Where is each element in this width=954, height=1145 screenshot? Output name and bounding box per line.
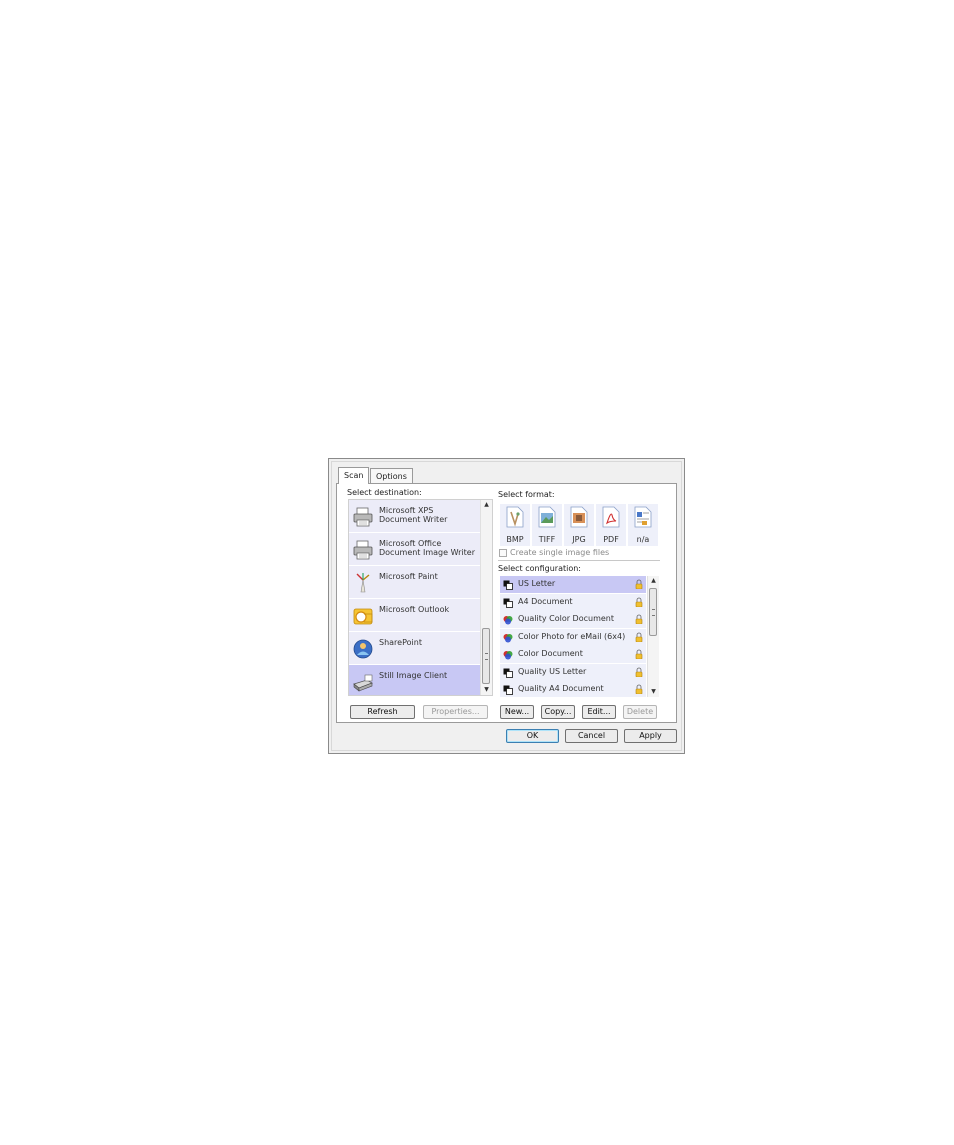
configuration-item[interactable]: Quality Color Document	[500, 611, 646, 629]
tiff-file-icon	[537, 506, 557, 528]
configuration-list[interactable]: US Letter A4 Document Quality Color Docume…	[500, 576, 659, 697]
destination-scroll-thumb[interactable]	[482, 628, 490, 684]
destination-item[interactable]: SharePoint	[349, 632, 480, 665]
properties-button[interactable]: Properties...	[423, 705, 488, 719]
destination-item-label: Microsoft Office Document Image Writer	[379, 539, 475, 557]
destination-item-label: SharePoint	[379, 638, 422, 647]
destination-item[interactable]: Microsoft Office Document Image Writer	[349, 533, 480, 566]
black-white-icon	[503, 668, 513, 678]
configuration-item[interactable]: A4 Document	[500, 593, 646, 612]
scanner-icon	[352, 671, 374, 693]
black-white-icon	[503, 580, 513, 590]
black-white-icon	[503, 685, 513, 695]
format-option-label: BMP	[506, 535, 524, 544]
scroll-down-arrow-icon[interactable]: ▼	[481, 686, 492, 693]
single-image-checkbox[interactable]	[499, 549, 507, 557]
configuration-item-label: Quality Color Document	[518, 614, 615, 623]
configuration-scroll-thumb[interactable]	[649, 588, 657, 636]
format-option-label: n/a	[636, 535, 650, 544]
format-option[interactable]: TIFF	[532, 504, 562, 546]
new-config-button[interactable]: New...	[500, 705, 534, 719]
scan-tab-panel: Select destination: Microsoft XPS Docume…	[336, 483, 677, 723]
configuration-item-label: US Letter	[518, 579, 556, 588]
format-option-label: TIFF	[538, 535, 556, 544]
jpg-file-icon	[569, 506, 589, 528]
tab-scan[interactable]: Scan	[338, 467, 370, 484]
color-icon	[503, 650, 513, 660]
paint-brushes-icon	[352, 572, 374, 594]
lock-icon	[635, 649, 643, 660]
configuration-item-label: Quality US Letter	[518, 666, 587, 676]
scroll-grip-icon	[485, 653, 488, 660]
printer-icon	[352, 539, 374, 561]
configuration-scrollbar[interactable]: ▲ ▼	[647, 576, 659, 697]
text-file-icon	[633, 506, 653, 528]
select-configuration-label: Select configuration:	[498, 564, 581, 573]
single-image-label: Create single image files	[510, 548, 610, 557]
lock-icon	[635, 684, 643, 695]
destination-item-label: Still Image Client	[379, 671, 448, 680]
format-option-label: PDF	[603, 535, 619, 544]
scroll-down-arrow-icon[interactable]: ▼	[648, 688, 659, 695]
select-format-label: Select format:	[498, 490, 555, 499]
destination-item[interactable]: Microsoft Paint	[349, 566, 480, 599]
scroll-up-arrow-icon[interactable]: ▲	[648, 577, 659, 584]
sharepoint-icon	[352, 638, 374, 660]
black-white-icon	[503, 598, 513, 608]
configuration-item[interactable]: US Letter	[500, 576, 646, 594]
destination-item-label: Microsoft XPS Document Writer	[379, 506, 448, 524]
destination-item[interactable]: Still Image Client	[349, 665, 480, 695]
scroll-up-arrow-icon[interactable]: ▲	[481, 501, 492, 508]
configuration-item-label: Quality A4 Document	[518, 684, 604, 693]
configuration-item-label: Color Document	[518, 649, 583, 658]
bmp-file-icon	[505, 506, 525, 528]
printer-icon	[352, 506, 374, 528]
scroll-grip-icon	[652, 609, 655, 616]
configuration-item[interactable]: Color Photo for eMail (6x4)	[500, 628, 646, 647]
select-destination-label: Select destination:	[347, 488, 422, 497]
format-option[interactable]: JPG	[564, 504, 594, 546]
outlook-icon	[352, 605, 374, 627]
destination-list[interactable]: Microsoft XPS Document Writer Microsoft O…	[348, 499, 493, 696]
scan-settings-dialog: Scan Options Select destination: Microso…	[328, 458, 685, 754]
lock-icon	[635, 579, 643, 590]
configuration-item-label: Color Photo for eMail (6x4)	[518, 631, 626, 641]
cancel-button[interactable]: Cancel	[565, 729, 618, 743]
copy-config-button[interactable]: Copy...	[541, 705, 575, 719]
color-icon	[503, 615, 513, 625]
edit-config-button[interactable]: Edit...	[582, 705, 616, 719]
refresh-button[interactable]: Refresh	[350, 705, 415, 719]
destination-item[interactable]: Microsoft Outlook	[349, 599, 480, 632]
format-option[interactable]: BMP	[500, 504, 530, 546]
destination-item-label: Microsoft Outlook	[379, 605, 450, 614]
configuration-item[interactable]: Quality US Letter	[500, 663, 646, 682]
delete-config-button[interactable]: Delete	[623, 705, 657, 719]
destination-scrollbar[interactable]: ▲ ▼	[480, 500, 492, 695]
lock-icon	[635, 614, 643, 625]
format-option-label: JPG	[572, 535, 586, 544]
lock-icon	[635, 632, 643, 642]
color-icon	[503, 633, 513, 643]
configuration-item[interactable]: Color Document	[500, 646, 646, 664]
tab-options[interactable]: Options	[370, 468, 413, 483]
format-option[interactable]: n/a	[628, 504, 658, 546]
destination-item-label: Microsoft Paint	[379, 572, 438, 581]
apply-button[interactable]: Apply	[624, 729, 677, 743]
configuration-item[interactable]: Quality A4 Document	[500, 681, 646, 697]
format-option[interactable]: PDF	[596, 504, 626, 546]
ok-button[interactable]: OK	[506, 729, 559, 743]
lock-icon	[635, 667, 643, 677]
lock-icon	[635, 597, 643, 607]
configuration-item-label: A4 Document	[518, 596, 573, 606]
format-separator	[498, 560, 660, 561]
pdf-file-icon	[601, 506, 621, 528]
destination-item[interactable]: Microsoft XPS Document Writer	[349, 500, 480, 533]
